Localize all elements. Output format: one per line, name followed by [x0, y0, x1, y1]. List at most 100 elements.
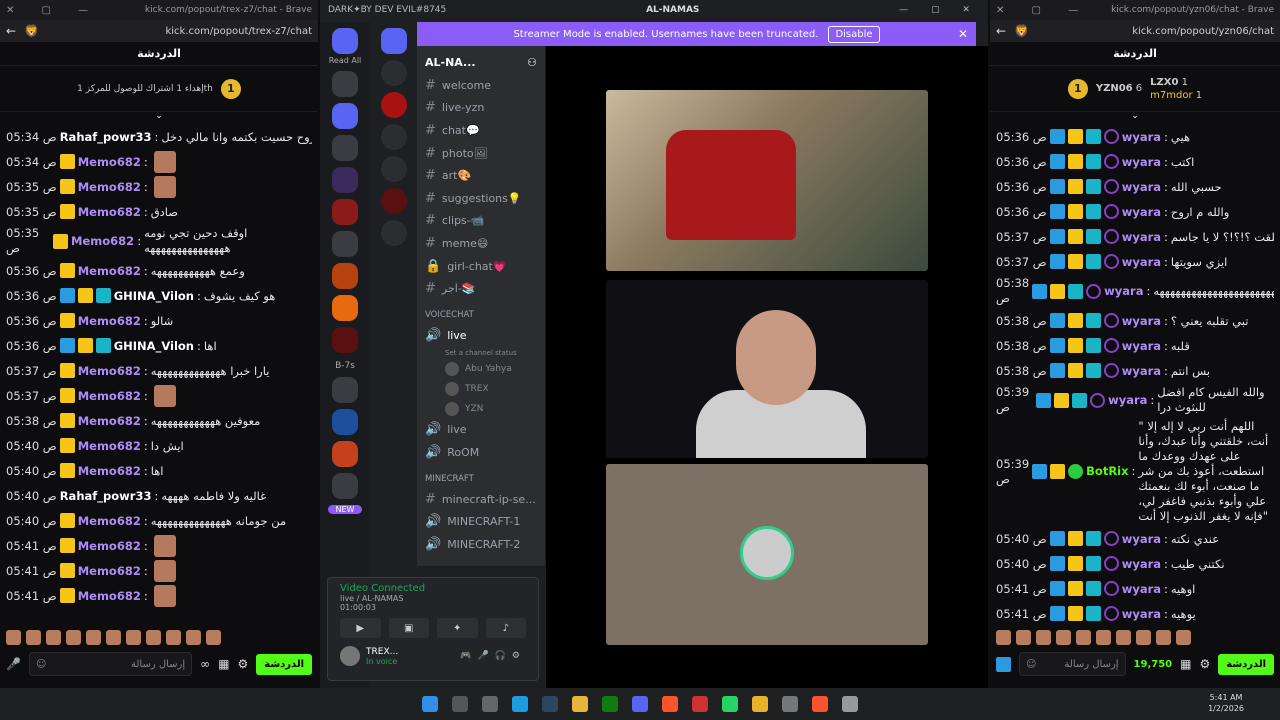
category-voicechat[interactable]: VOICECHAT	[425, 306, 537, 324]
username[interactable]: Memo682	[78, 180, 141, 194]
username[interactable]: Memo682	[78, 364, 141, 378]
guild-icon[interactable]	[381, 28, 407, 54]
username[interactable]: wyara	[1122, 205, 1161, 219]
username[interactable]: Memo682	[78, 414, 141, 428]
mic-icon[interactable]: 🎤	[6, 657, 21, 671]
video-tile-avatar[interactable]	[606, 464, 928, 645]
window-controls[interactable]: ✕ ▢ —	[6, 5, 100, 16]
minecraft-channel[interactable]: 🔊 MINECRAFT-2	[425, 533, 537, 556]
text-channel[interactable]: # اجر-📚	[425, 277, 537, 300]
chat-input[interactable]: ☺ إرسال رسالة	[1019, 652, 1126, 676]
voice-channel[interactable]: 🔊 live	[425, 419, 537, 442]
camera-button[interactable]: ▶	[340, 618, 381, 638]
username[interactable]: Memo682	[78, 205, 141, 219]
guild-icon[interactable]	[332, 167, 358, 193]
user-controls[interactable]: 🎮🎤🎧⚙	[460, 651, 526, 661]
username[interactable]: wyara	[1122, 582, 1161, 596]
text-channel[interactable]: # live-yzn	[425, 97, 537, 120]
username[interactable]: wyara	[1122, 364, 1161, 378]
username[interactable]: wyara	[1108, 393, 1147, 408]
username[interactable]: GHINA_Vilon	[114, 289, 194, 303]
brave-icon[interactable]: 🦁	[24, 24, 39, 38]
username[interactable]: wyara	[1122, 255, 1161, 269]
username[interactable]: Rahaf_powr33	[60, 130, 152, 144]
guild-b7s[interactable]: B-7s	[320, 361, 370, 371]
infinity-icon[interactable]: ∞	[200, 657, 210, 671]
pickaxe-icon[interactable]	[996, 656, 1011, 672]
window-controls[interactable]: ✕ ▢ —	[996, 5, 1090, 16]
guild-icon[interactable]	[332, 441, 358, 467]
username[interactable]: wyara	[1122, 180, 1161, 194]
username[interactable]: GHINA_Vilon	[114, 339, 194, 353]
explorer-icon[interactable]	[572, 696, 588, 712]
gift-icon[interactable]: ▦	[218, 657, 229, 671]
text-channel[interactable]: # clips-📹	[425, 210, 537, 233]
url-text[interactable]: kick.com/popout/trex-z7/chat	[47, 26, 312, 37]
username[interactable]: Memo682	[71, 234, 134, 249]
username[interactable]: Rahaf_powr33	[60, 489, 152, 503]
guild-icon[interactable]	[332, 103, 358, 129]
smile-icon[interactable]: ☺	[1026, 659, 1036, 670]
discord-home-icon[interactable]	[332, 28, 358, 54]
guild-icon[interactable]	[332, 263, 358, 289]
username[interactable]: Memo682	[78, 264, 141, 278]
video-tile[interactable]	[606, 90, 928, 271]
soundboard-button[interactable]: ♪	[485, 618, 526, 638]
text-channel[interactable]: 🔒 girl-chat💗	[425, 255, 537, 278]
username[interactable]: Memo682	[78, 155, 141, 169]
avatar[interactable]	[340, 646, 360, 666]
system-clock[interactable]: 5:41 AM 1/2/2026	[1208, 692, 1244, 714]
username[interactable]: Memo682	[78, 464, 141, 478]
add-member-icon[interactable]: ⚇	[527, 56, 537, 69]
guild-icon[interactable]	[332, 231, 358, 257]
brave-icon[interactable]	[662, 696, 678, 712]
username[interactable]: Memo682	[78, 539, 141, 553]
voice-user[interactable]: Abu Yahya	[425, 359, 537, 379]
chrome-icon[interactable]	[752, 696, 768, 712]
category-minecraft[interactable]: MINECRAFT	[425, 470, 537, 488]
guild-icon[interactable]	[332, 199, 358, 225]
guild-icon[interactable]	[332, 71, 358, 97]
username[interactable]: wyara	[1122, 607, 1161, 621]
username[interactable]: wyara	[1122, 314, 1161, 328]
steam-icon[interactable]	[542, 696, 558, 712]
window-controls[interactable]: — ▢ ✕	[899, 5, 980, 15]
emote-bar[interactable]	[990, 626, 1280, 648]
username[interactable]: Memo682	[78, 439, 141, 453]
voice-channel-live[interactable]: 🔊 live	[425, 324, 537, 347]
guild-icon[interactable]	[332, 295, 358, 321]
chat-send-button[interactable]: الدردشة	[1218, 653, 1274, 675]
username[interactable]: Memo682	[78, 564, 141, 578]
guild-icon[interactable]	[381, 92, 407, 118]
guild-icon[interactable]	[381, 188, 407, 214]
whatsapp-icon[interactable]	[722, 696, 738, 712]
edge-icon[interactable]	[512, 696, 528, 712]
text-channel[interactable]: # art🎨	[425, 164, 537, 187]
app-icon[interactable]	[692, 696, 708, 712]
settings-icon[interactable]: ⚙	[1199, 657, 1210, 671]
voice-user[interactable]: YZN	[425, 399, 537, 419]
close-icon[interactable]: ✕	[958, 27, 968, 41]
xbox-icon[interactable]	[602, 696, 618, 712]
text-channel[interactable]: # welcome	[425, 74, 537, 97]
username[interactable]: wyara	[1122, 130, 1161, 144]
guild-icon[interactable]	[332, 377, 358, 403]
disable-button[interactable]: Disable	[828, 25, 880, 43]
username[interactable]: Memo682	[78, 389, 141, 403]
new-badge[interactable]: NEW	[328, 505, 362, 514]
username[interactable]: Memo682	[78, 589, 141, 603]
set-status-hint[interactable]: Set a channel status	[425, 347, 537, 359]
username[interactable]: wyara	[1122, 155, 1161, 169]
guild-icon[interactable]	[332, 409, 358, 435]
settings-icon[interactable]: ⚙	[237, 657, 248, 671]
username[interactable]: wyara	[1122, 230, 1161, 244]
guild-icon[interactable]	[381, 220, 407, 246]
discord-icon[interactable]	[632, 696, 648, 712]
search-icon[interactable]	[452, 696, 468, 712]
username[interactable]: Memo682	[78, 514, 141, 528]
username[interactable]: wyara	[1104, 284, 1143, 299]
guild-icon[interactable]	[332, 327, 358, 353]
guild-icon[interactable]	[381, 156, 407, 182]
video-tile[interactable]	[606, 280, 928, 458]
read-all[interactable]: Read All	[320, 56, 370, 65]
